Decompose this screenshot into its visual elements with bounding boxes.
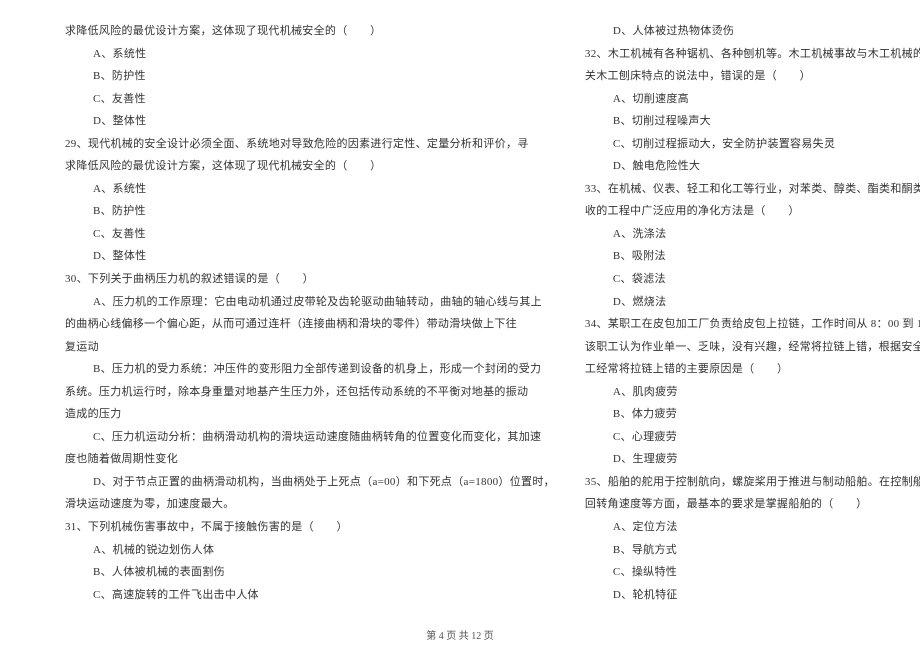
- q31-option-c: C、高速旋转的工件飞出击中人体: [65, 584, 555, 607]
- q34-stem-1: 34、某职工在皮包加工厂负责给皮包上拉链，工作时间从 8：00 到 16：00，…: [585, 313, 920, 336]
- q32-option-a: A、切削速度高: [585, 88, 920, 111]
- q32-option-c: C、切削过程振动大，安全防护装置容易失灵: [585, 133, 920, 156]
- q34-stem-2: 该职工认为作业单一、乏味，没有兴趣，经常将拉链上错，根据安全人机工程原理，造成该…: [585, 336, 920, 359]
- q34-option-b: B、体力疲劳: [585, 403, 920, 426]
- q35-stem-1: 35、船舶的舵用于控制航向，螺旋桨用于推进与制动船舶。在控制船舶的航向、位置、速…: [585, 471, 920, 494]
- q32-option-d: D、触电危险性大: [585, 155, 920, 178]
- q30-option-d-2: 滑块运动速度为零，加速度最大。: [65, 493, 555, 516]
- q32-stem-1: 32、木工机械有各种锯机、各种刨机等。木工机械事故与木工机械的特点有密切关系。下…: [585, 43, 920, 66]
- q28-stem-end: 求降低风险的最优设计方案，这体现了现代机械安全的（ ）: [65, 20, 555, 43]
- page-footer: 第 4 页 共 12 页: [0, 627, 920, 642]
- q30-stem: 30、下列关于曲柄压力机的叙述错误的是（ ）: [65, 268, 555, 291]
- q33-option-d: D、燃烧法: [585, 291, 920, 314]
- q29-option-a: A、系统性: [65, 178, 555, 201]
- q35-option-c: C、操纵特性: [585, 561, 920, 584]
- left-column: 求降低风险的最优设计方案，这体现了现代机械安全的（ ） A、系统性 B、防护性 …: [65, 20, 580, 610]
- q31-option-b: B、人体被机械的表面割伤: [65, 561, 555, 584]
- q32-option-b: B、切削过程噪声大: [585, 110, 920, 133]
- q35-option-b: B、导航方式: [585, 539, 920, 562]
- q33-option-a: A、洗涤法: [585, 223, 920, 246]
- q28-option-d: D、整体性: [65, 110, 555, 133]
- q29-option-c: C、友善性: [65, 223, 555, 246]
- q30-option-d-1: D、对于节点正置的曲柄滑动机构，当曲柄处于上死点（a=00）和下死点（a=180…: [65, 471, 555, 494]
- q30-option-a-3: 复运动: [65, 336, 555, 359]
- q30-option-a-1: A、压力机的工作原理：它由电动机通过皮带轮及齿轮驱动曲轴转动，曲轴的轴心线与其上: [65, 291, 555, 314]
- q31-stem: 31、下列机械伤害事故中，不属于接触伤害的是（ ）: [65, 516, 555, 539]
- q34-option-a: A、肌肉疲劳: [585, 381, 920, 404]
- q29-option-d: D、整体性: [65, 245, 555, 268]
- q29-option-b: B、防护性: [65, 200, 555, 223]
- q28-option-b: B、防护性: [65, 65, 555, 88]
- q30-option-c-1: C、压力机运动分析：曲柄滑动机构的滑块运动速度随曲柄转角的位置变化而变化，其加速: [65, 426, 555, 449]
- q35-option-d: D、轮机特征: [585, 584, 920, 607]
- q32-stem-2: 关木工刨床特点的说法中，错误的是（ ）: [585, 65, 920, 88]
- q34-option-c: C、心理疲劳: [585, 426, 920, 449]
- q28-option-a: A、系统性: [65, 43, 555, 66]
- q29-stem-1: 29、现代机械的安全设计必须全面、系统地对导致危险的因素进行定性、定量分析和评价…: [65, 133, 555, 156]
- right-column: D、人体被过热物体烫伤 32、木工机械有各种锯机、各种刨机等。木工机械事故与木工…: [580, 20, 920, 610]
- q28-option-c: C、友善性: [65, 88, 555, 111]
- q34-stem-3: 工经常将拉链上错的主要原因是（ ）: [585, 358, 920, 381]
- q33-stem-2: 收的工程中广泛应用的净化方法是（ ）: [585, 200, 920, 223]
- page-container: 求降低风险的最优设计方案，这体现了现代机械安全的（ ） A、系统性 B、防护性 …: [0, 0, 920, 620]
- q35-option-a: A、定位方法: [585, 516, 920, 539]
- q30-option-a-2: 的曲柄心线偏移一个偏心距，从而可通过连杆（连接曲柄和滑块的零件）带动滑块做上下往: [65, 313, 555, 336]
- q34-option-d: D、生理疲劳: [585, 448, 920, 471]
- q31-option-a: A、机械的锐边划伤人体: [65, 539, 555, 562]
- q35-stem-2: 回转角速度等方面，最基本的要求是掌握船舶的（ ）: [585, 493, 920, 516]
- q33-stem-1: 33、在机械、仪表、轻工和化工等行业，对苯类、醇类、酯类和酮类等有机蒸汽进行净化…: [585, 178, 920, 201]
- q30-option-b-3: 造成的压力: [65, 403, 555, 426]
- q30-option-b-2: 系统。压力机运行时，除本身重量对地基产生压力外，还包括传动系统的不平衡对地基的振…: [65, 381, 555, 404]
- q31-option-d: D、人体被过热物体烫伤: [585, 20, 920, 43]
- q29-stem-2: 求降低风险的最优设计方案，这体现了现代机械安全的（ ）: [65, 155, 555, 178]
- q30-option-c-2: 度也随着做周期性变化: [65, 448, 555, 471]
- q33-option-b: B、吸附法: [585, 245, 920, 268]
- q30-option-b-1: B、压力机的受力系统：冲压件的变形阻力全部传递到设备的机身上，形成一个封闭的受力: [65, 358, 555, 381]
- q33-option-c: C、袋滤法: [585, 268, 920, 291]
